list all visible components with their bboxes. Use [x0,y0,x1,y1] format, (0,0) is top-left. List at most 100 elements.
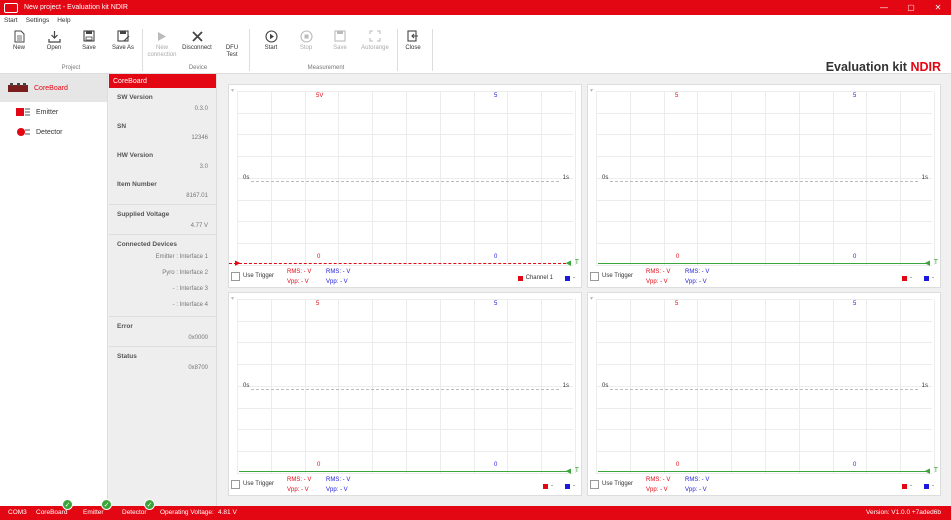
play-outline-icon [155,29,169,43]
operating-voltage-label: Operating Voltage: [160,509,214,516]
connected-device-4: - : Interface 4 [117,297,208,313]
grid-line [237,321,573,322]
center-line [251,181,559,182]
legend-blue[interactable]: - [565,275,575,281]
scope-plot-area[interactable]: ▾550s1s00 [596,299,932,473]
legend-red[interactable]: Channel 1 [518,275,553,281]
open-button[interactable]: Open [44,29,64,52]
dfu-label-1: DFU [222,45,242,52]
maximize-button[interactable]: ▢ [898,0,924,15]
trigger-right-arrow-icon[interactable]: ◀ [925,467,930,475]
use-trigger-checkbox[interactable] [231,480,240,489]
close-window-button[interactable]: ✕ [925,0,951,15]
y-max-red: 5 [316,301,319,307]
vpp-red: Vpp: - V [646,485,670,495]
trigger-right-arrow-icon[interactable]: ◀ [566,259,571,267]
scope-plot-area[interactable]: ▾550s1s00 [237,299,573,473]
trigger-level-line [239,471,571,472]
error-label: Error [117,323,208,330]
grid-line [596,299,932,300]
collapse-arrow-icon[interactable]: ▾ [231,295,234,302]
x-max-label: 1s [922,383,928,389]
save-as-button[interactable]: Save As [111,29,135,52]
blue-stats: RMS: - VVpp: - V [685,267,709,287]
trigger-marker: T [575,259,579,266]
y-min-blue: 0 [853,254,856,260]
title-bar: New project - Evaluation kit NDIR — ▢ ✕ [0,0,951,15]
legend-red[interactable]: - [902,483,912,489]
trigger-level-line [598,263,930,264]
stop-button[interactable]: Stop [296,29,316,52]
save-label: Save [80,45,98,52]
disconnect-button[interactable]: Disconnect [182,29,212,52]
close-button[interactable]: Close [403,29,423,52]
menu-settings[interactable]: Settings [26,17,50,24]
autorange-button[interactable]: Autorange [358,29,392,52]
legend-blue-label: - [573,483,575,489]
dfu-label-2: Test [222,52,242,59]
nav-item-emitter[interactable]: Emitter [0,102,107,122]
nav-item-coreboard[interactable]: CoreBoard [0,74,107,102]
start-button[interactable]: Start [261,29,281,52]
nav-item-detector[interactable]: Detector [0,122,107,142]
scope-panel: ▾550s1s00◀TUse TriggerRMS: - VVpp: - VRM… [228,292,582,496]
red-square-icon [543,484,548,489]
grid-line [934,299,935,473]
grid-line [237,451,573,452]
grid-line [237,265,573,266]
blue-square-icon [924,276,929,281]
new-button[interactable]: New [10,29,28,52]
menu-start[interactable]: Start [4,17,18,24]
error-value: 0x0000 [117,333,208,343]
menu-help[interactable]: Help [57,17,70,24]
operating-voltage-value: 4.81 V [218,509,237,516]
x-min-label: 0s [602,383,608,389]
grid-line [237,156,573,157]
collapse-arrow-icon[interactable]: ▾ [231,87,234,94]
legend-blue-label: - [573,275,575,281]
menu-bar: Start Settings Help [0,15,951,26]
x-max-label: 1s [563,175,569,181]
new-connection-button[interactable]: New connection [146,29,178,59]
rms-blue: RMS: - V [326,475,350,485]
emitter-icon [16,107,30,117]
disconnect-label: Disconnect [182,45,212,52]
status-port: COM3 [8,509,27,516]
connected-device-3: - : Interface 3 [117,281,208,297]
minimize-button[interactable]: — [871,0,897,15]
grid-line [596,364,932,365]
scope-plot-area[interactable]: ▾550s1s00 [596,91,932,265]
brand-prefix: Evaluation kit [826,60,911,74]
save-measurement-button[interactable]: Save [331,29,349,52]
legend-blue[interactable]: - [924,275,934,281]
grid-line [575,299,576,473]
red-square-icon [902,484,907,489]
red-stats: RMS: - VVpp: - V [646,267,670,287]
dfu-test-button[interactable]: DFU Test [222,29,242,59]
use-trigger-checkbox[interactable] [590,272,599,281]
device-info-panel: CoreBoard SW Version0.3.0 SN12346 HW Ver… [109,74,217,506]
use-trigger-checkbox[interactable] [590,480,599,489]
rms-blue: RMS: - V [326,267,350,277]
vpp-blue: Vpp: - V [326,485,350,495]
legend-red[interactable]: - [902,275,912,281]
y-max-red: 5 [675,93,678,99]
grid-line [237,408,573,409]
legend-blue[interactable]: - [924,483,934,489]
save-button[interactable]: Save [80,29,98,52]
legend-blue[interactable]: - [565,483,575,489]
trigger-left-arrow-icon[interactable]: ▶ [235,259,240,267]
grid-line [596,243,932,244]
start-label: Start [261,45,281,52]
trigger-right-arrow-icon[interactable]: ◀ [925,259,930,267]
grid-line [237,473,573,474]
legend-red[interactable]: - [543,483,553,489]
scope-plot-area[interactable]: ▾5V50s1s00 [237,91,573,265]
use-trigger-label: Use Trigger [602,481,633,487]
trigger-right-arrow-icon[interactable]: ◀ [566,467,571,475]
use-trigger-checkbox[interactable] [231,272,240,281]
ribbon: New Open Save Save As New connection Dis… [0,26,951,74]
hw-version-value: 3.0 [117,162,208,172]
collapse-arrow-icon[interactable]: ▾ [590,87,593,94]
collapse-arrow-icon[interactable]: ▾ [590,295,593,302]
